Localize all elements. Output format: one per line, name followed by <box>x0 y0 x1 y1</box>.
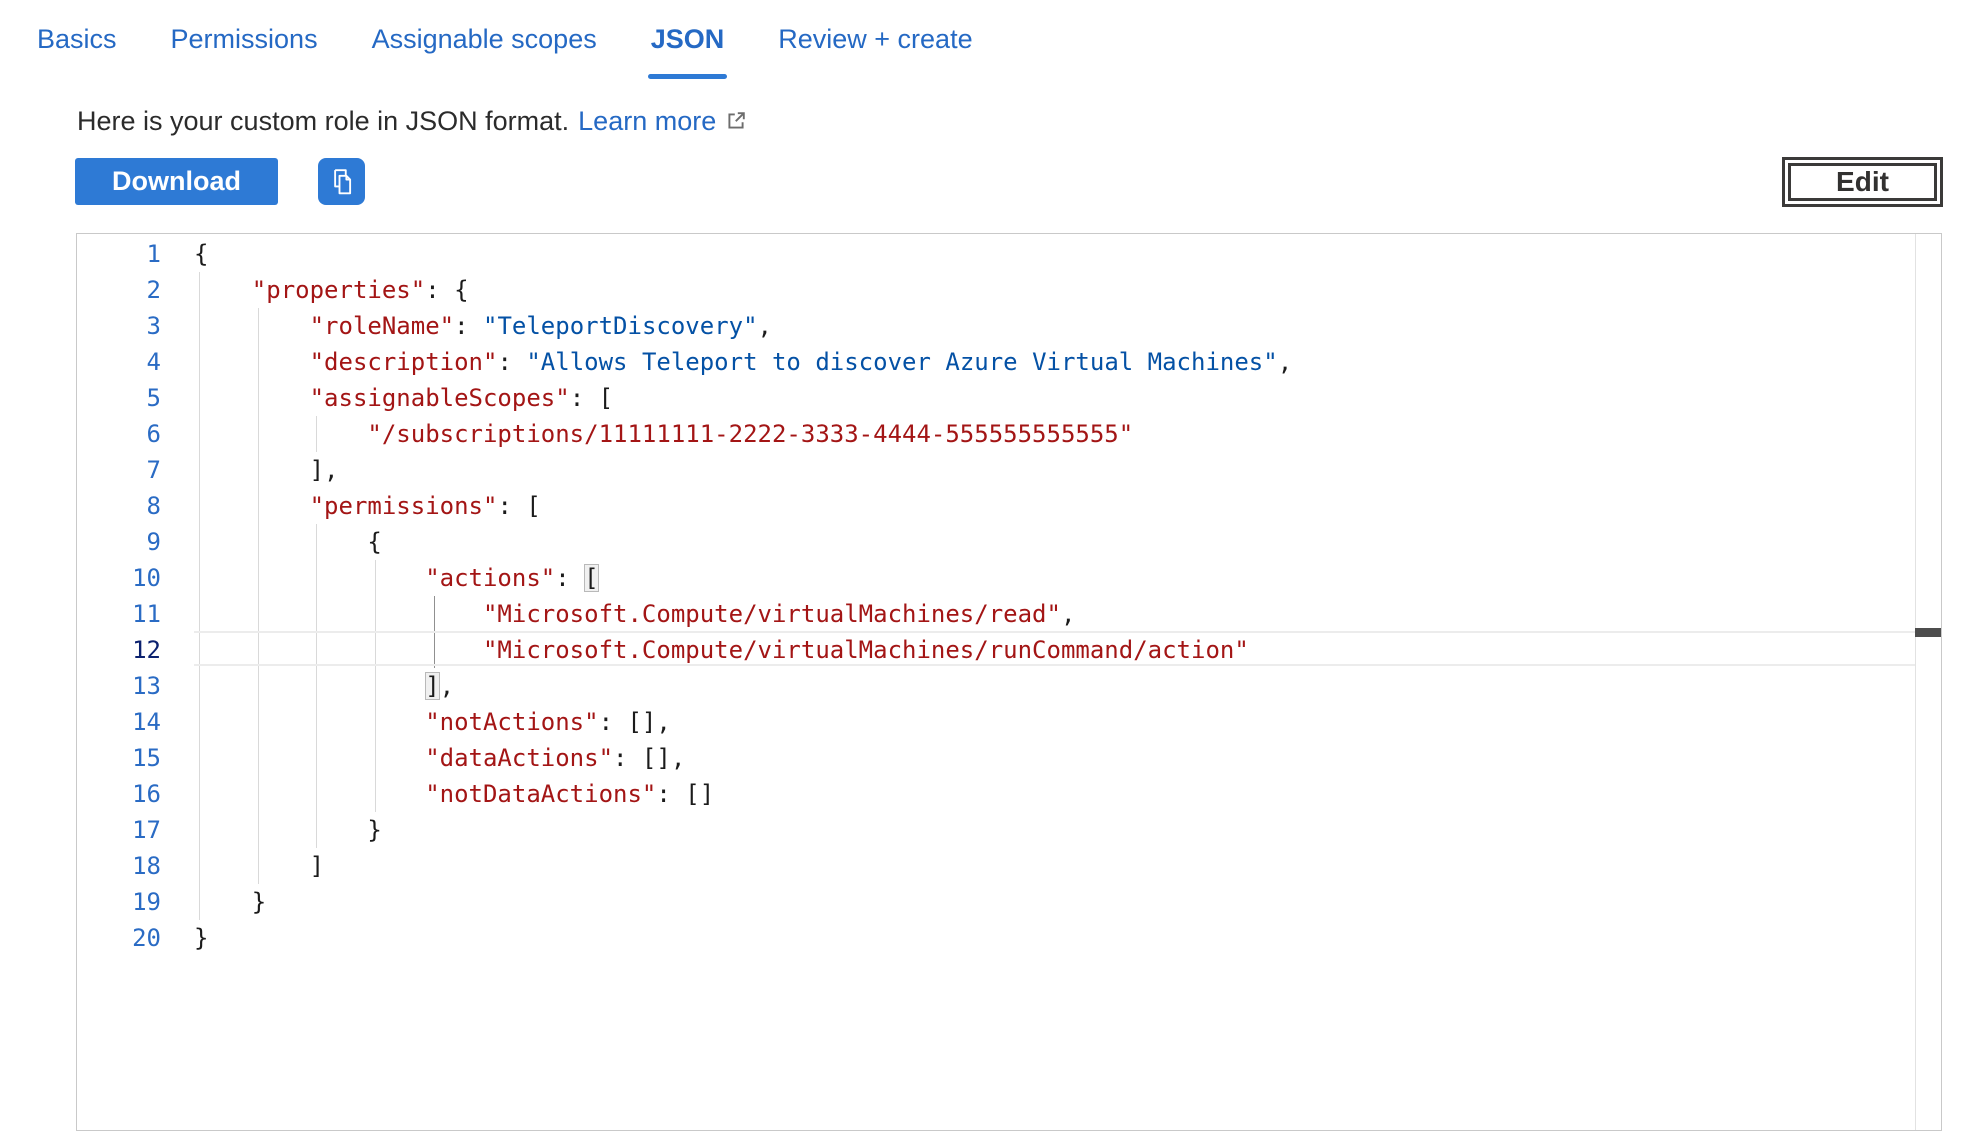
code-line-text: "permissions": [ <box>194 488 1915 524</box>
code-line-text: } <box>194 884 1915 920</box>
line-number: 20 <box>77 920 161 956</box>
code-line-text: "description": "Allows Teleport to disco… <box>194 344 1915 380</box>
edit-button[interactable]: Edit <box>1782 157 1943 207</box>
code-line-text: "/subscriptions/11111111-2222-3333-4444-… <box>194 416 1915 452</box>
tab-json-label: JSON <box>651 24 725 54</box>
code-line-text: "dataActions": [], <box>194 740 1915 776</box>
code-line[interactable]: 3 "roleName": "TeleportDiscovery", <box>77 308 1915 344</box>
code-line-text: "properties": { <box>194 272 1915 308</box>
code-line-text: "Microsoft.Compute/virtualMachines/runCo… <box>194 632 1915 668</box>
code-line[interactable]: 20} <box>77 920 1915 956</box>
tab-basics[interactable]: Basics <box>36 22 118 79</box>
tab-assignable-scopes[interactable]: Assignable scopes <box>371 22 598 79</box>
code-line-text: { <box>194 524 1915 560</box>
cursor-position-marker <box>1915 628 1941 637</box>
code-area: 1{2 "properties": {3 "roleName": "Telepo… <box>77 236 1915 956</box>
code-line[interactable]: 15 "dataActions": [], <box>77 740 1915 776</box>
line-number: 2 <box>77 272 161 308</box>
line-number: 15 <box>77 740 161 776</box>
learn-more-link[interactable]: Learn more <box>578 106 748 136</box>
code-line[interactable]: 1{ <box>77 236 1915 272</box>
code-line-text: "notDataActions": [] <box>194 776 1915 812</box>
code-line-text: "notActions": [], <box>194 704 1915 740</box>
tab-json[interactable]: JSON <box>650 22 726 79</box>
code-line[interactable]: 16 "notDataActions": [] <box>77 776 1915 812</box>
code-line-text: ] <box>194 848 1915 884</box>
code-line[interactable]: 2 "properties": { <box>77 272 1915 308</box>
download-button[interactable]: Download <box>75 158 278 205</box>
tab-bar: Basics Permissions Assignable scopes JSO… <box>36 22 974 79</box>
code-line[interactable]: 17 } <box>77 812 1915 848</box>
code-line-text: ], <box>194 452 1915 488</box>
code-line-text: } <box>194 920 1915 956</box>
code-line[interactable]: 6 "/subscriptions/11111111-2222-3333-444… <box>77 416 1915 452</box>
description-text: Here is your custom role in JSON format. <box>77 106 569 136</box>
code-line[interactable]: 13 ], <box>77 668 1915 704</box>
copy-icon <box>327 167 357 197</box>
line-number: 16 <box>77 776 161 812</box>
code-line[interactable]: 11 "Microsoft.Compute/virtualMachines/re… <box>77 596 1915 632</box>
code-line-text: ], <box>194 668 1915 704</box>
learn-more-label: Learn more <box>578 106 716 136</box>
line-number: 9 <box>77 524 161 560</box>
active-tab-underline <box>648 74 728 79</box>
overview-ruler[interactable] <box>1915 234 1916 1130</box>
line-number: 5 <box>77 380 161 416</box>
line-number: 12 <box>77 632 161 668</box>
line-number: 19 <box>77 884 161 920</box>
line-number: 8 <box>77 488 161 524</box>
description-line: Here is your custom role in JSON format.… <box>77 104 748 138</box>
line-number: 3 <box>77 308 161 344</box>
code-line-text: "actions": [ <box>194 560 1915 596</box>
line-number: 10 <box>77 560 161 596</box>
code-line[interactable]: 8 "permissions": [ <box>77 488 1915 524</box>
line-number: 7 <box>77 452 161 488</box>
line-number: 13 <box>77 668 161 704</box>
code-line[interactable]: 9 { <box>77 524 1915 560</box>
line-number: 18 <box>77 848 161 884</box>
code-line-text: "roleName": "TeleportDiscovery", <box>194 308 1915 344</box>
code-line[interactable]: 4 "description": "Allows Teleport to dis… <box>77 344 1915 380</box>
tab-review-create[interactable]: Review + create <box>777 22 973 79</box>
line-number: 4 <box>77 344 161 380</box>
code-line-text: { <box>194 236 1915 272</box>
line-number: 14 <box>77 704 161 740</box>
line-number: 17 <box>77 812 161 848</box>
copy-button[interactable] <box>318 158 365 205</box>
line-number: 6 <box>77 416 161 452</box>
json-editor[interactable]: 1{2 "properties": {3 "roleName": "Telepo… <box>76 233 1942 1131</box>
line-number: 11 <box>77 596 161 632</box>
line-number: 1 <box>77 236 161 272</box>
code-line[interactable]: 10 "actions": [ <box>77 560 1915 596</box>
code-line-text: "assignableScopes": [ <box>194 380 1915 416</box>
external-link-icon <box>724 109 748 133</box>
custom-role-json-page: Basics Permissions Assignable scopes JSO… <box>0 0 1980 1140</box>
tab-permissions[interactable]: Permissions <box>170 22 319 79</box>
edit-button-label: Edit <box>1836 166 1889 198</box>
code-line[interactable]: 18 ] <box>77 848 1915 884</box>
code-line-text: } <box>194 812 1915 848</box>
code-line-text: "Microsoft.Compute/virtualMachines/read"… <box>194 596 1915 632</box>
code-line[interactable]: 19 } <box>77 884 1915 920</box>
code-line[interactable]: 14 "notActions": [], <box>77 704 1915 740</box>
code-line[interactable]: 5 "assignableScopes": [ <box>77 380 1915 416</box>
code-line[interactable]: 12 "Microsoft.Compute/virtualMachines/ru… <box>77 632 1915 668</box>
code-line[interactable]: 7 ], <box>77 452 1915 488</box>
